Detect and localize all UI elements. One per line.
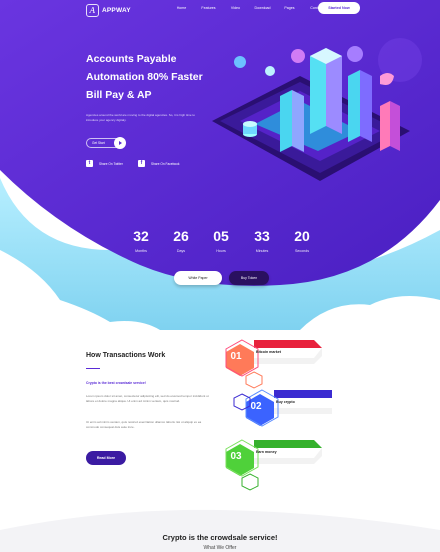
section-title: How Transactions Work xyxy=(86,352,166,359)
countdown-label: Months xyxy=(135,249,147,253)
headline-line: Accounts Payable xyxy=(86,53,177,65)
hero-section: A APPWAY Home Features Video Download Pa… xyxy=(0,0,440,330)
nav-item-home[interactable]: Home xyxy=(168,6,195,10)
white-paper-button[interactable]: White Paper xyxy=(174,271,222,285)
title-underline xyxy=(86,368,100,369)
countdown-value: 26 xyxy=(173,228,189,244)
nav-menu: Home Features Video Download Pages Conta… xyxy=(168,6,330,10)
step-number: 01 xyxy=(230,351,242,362)
countdown-value: 33 xyxy=(254,228,270,244)
countdown-months: 32 Months xyxy=(126,228,156,253)
bottom-title: Crypto is the crowdsale service! xyxy=(162,533,278,542)
buy-token-button[interactable]: Buy Token xyxy=(229,271,269,285)
step-title: Bitcoin market xyxy=(256,350,281,354)
started-now-button[interactable]: Started Now xyxy=(318,2,360,14)
play-icon[interactable] xyxy=(114,137,126,149)
headline-line: Automation 80% Faster xyxy=(86,71,203,83)
headline-line: Bill Pay & AP xyxy=(86,89,152,101)
countdown-label: Days xyxy=(176,249,186,253)
countdown-minutes: 33 Minutes xyxy=(247,228,277,253)
nav-item-features[interactable]: Features xyxy=(195,6,222,10)
isometric-city-illustration xyxy=(212,46,410,181)
countdown-label: Hours xyxy=(216,249,226,253)
step-card: 01 Bitcoin market xyxy=(222,342,332,378)
countdown-value: 32 xyxy=(133,228,149,244)
logo-mark-icon: A xyxy=(86,4,99,17)
hero-description: Agencies around the world are moving to … xyxy=(86,113,195,122)
facebook-icon: f xyxy=(138,160,145,167)
countdown-hours: 05 Hours xyxy=(206,228,236,253)
countdown-label: Seconds xyxy=(295,249,309,253)
logo-text: APPWAY xyxy=(102,7,131,14)
step-number: 02 xyxy=(250,401,262,412)
logo[interactable]: A APPWAY xyxy=(86,4,131,17)
section-paragraph: Ut enim ad minim veniam, quis nostrud ex… xyxy=(86,420,202,429)
countdown-seconds: 20 Seconds xyxy=(287,228,317,253)
share-twitter[interactable]: t Share On Twitter xyxy=(86,160,123,167)
nav-item-download[interactable]: Download xyxy=(249,6,276,10)
share-facebook[interactable]: f Share On Facebook xyxy=(138,160,180,167)
section-paragraph: Lorem ipsum dolor sit amet, consectetur … xyxy=(86,394,209,403)
hero-headline: Accounts Payable Automation 80% Faster B… xyxy=(86,50,221,104)
step-card: 03 Earn money xyxy=(222,442,332,478)
nav-item-video[interactable]: Video xyxy=(222,6,249,10)
step-title: Earn money xyxy=(256,450,277,454)
step-title: Buy crypto xyxy=(276,400,295,404)
countdown-days: 26 Days xyxy=(166,228,196,253)
step-number: 03 xyxy=(230,451,242,462)
share-label: Share On Twitter xyxy=(99,161,123,166)
share-label: Share On Facebook xyxy=(151,161,180,166)
twitter-icon: t xyxy=(86,160,93,167)
section-subtitle: Crypto is the best crowdsale service! xyxy=(86,381,146,385)
bottom-subtitle: What We Offer xyxy=(203,545,237,551)
countdown-value: 05 xyxy=(213,228,229,244)
nav-item-pages[interactable]: Pages xyxy=(276,6,303,10)
step-card: 02 Buy crypto xyxy=(242,392,352,428)
top-nav: A APPWAY Home Features Video Download Pa… xyxy=(0,0,440,22)
read-more-button[interactable]: Read More xyxy=(86,451,126,465)
countdown-label: Minutes xyxy=(255,249,269,253)
countdown-value: 20 xyxy=(294,228,310,244)
